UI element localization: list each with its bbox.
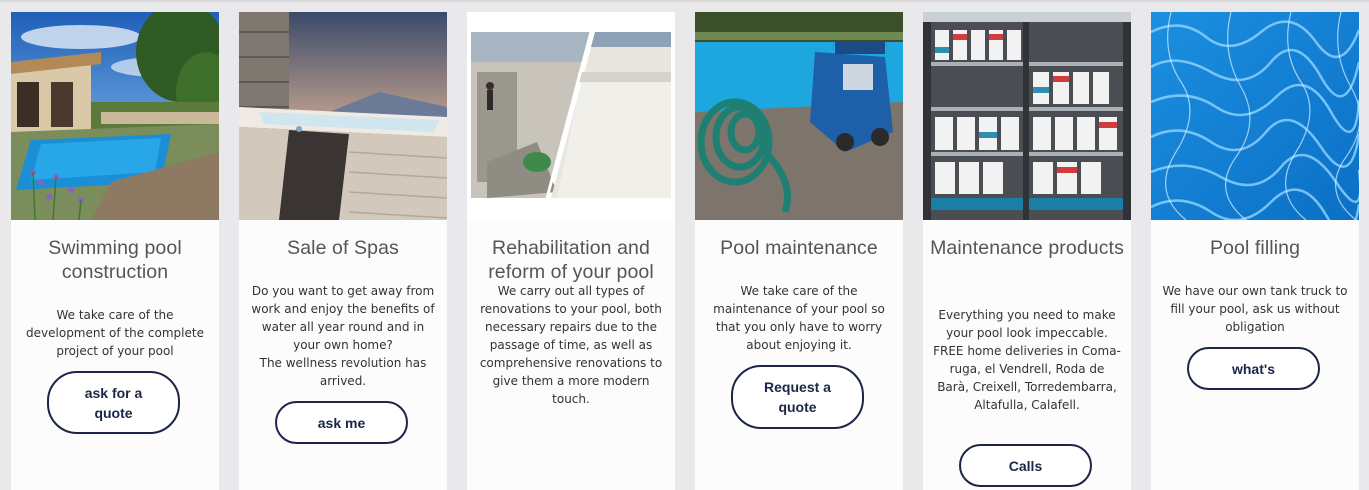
maintenance-image [695,12,903,220]
card-description: We have our own tank truck to fill your … [1162,284,1348,334]
card-title: Rehabilitation and reform of your pool [488,237,654,283]
spa-photo [239,12,447,220]
ask-me-button[interactable]: ask me [275,401,408,444]
pool-filling-image [1151,12,1359,220]
rehabilitation-image [467,12,675,220]
card-description: Do you want to get away from work and en… [251,284,435,388]
card-description: We take care of the development of the c… [26,308,204,358]
whats-button[interactable]: what's [1187,347,1320,390]
calls-button[interactable]: Calls [959,444,1092,487]
card-description: Everything you need to make your pool lo… [933,308,1121,412]
maintenance-products-photo [923,12,1131,220]
card-title: Pool filling [1209,237,1301,259]
card-title: Maintenance products [930,237,1124,259]
pool-construction-photo [11,12,219,220]
service-card-products: Maintenance products Everything you need… [923,12,1131,490]
products-image [923,12,1131,220]
request-quote-button[interactable]: Request a quote [731,365,864,429]
pool-maintenance-photo [695,12,903,220]
card-title: Pool maintenance [720,237,878,259]
service-card-pool-construction: Swimming pool construction We take care … [11,12,219,490]
pool-construction-image [11,12,219,220]
service-card-rehabilitation: Rehabilitation and reform of your pool W… [467,12,675,490]
card-description: We carry out all types of renovations to… [479,284,663,406]
rehabilitation-photo [467,12,675,220]
service-card-pool-filling: Pool filling We have our own tank truck … [1151,12,1359,490]
card-title: Swimming pool construction [48,237,182,283]
pool-water-photo [1151,12,1359,220]
top-divider [0,0,1369,2]
card-description: We take care of the maintenance of your … [713,284,885,352]
service-card-spas: Sale of Spas Do you want to get away fro… [239,12,447,490]
spa-image [239,12,447,220]
card-title: Sale of Spas [287,237,399,259]
ask-for-quote-button[interactable]: ask for a quote [47,371,180,434]
service-card-maintenance: Pool maintenance We take care of the mai… [695,12,903,490]
